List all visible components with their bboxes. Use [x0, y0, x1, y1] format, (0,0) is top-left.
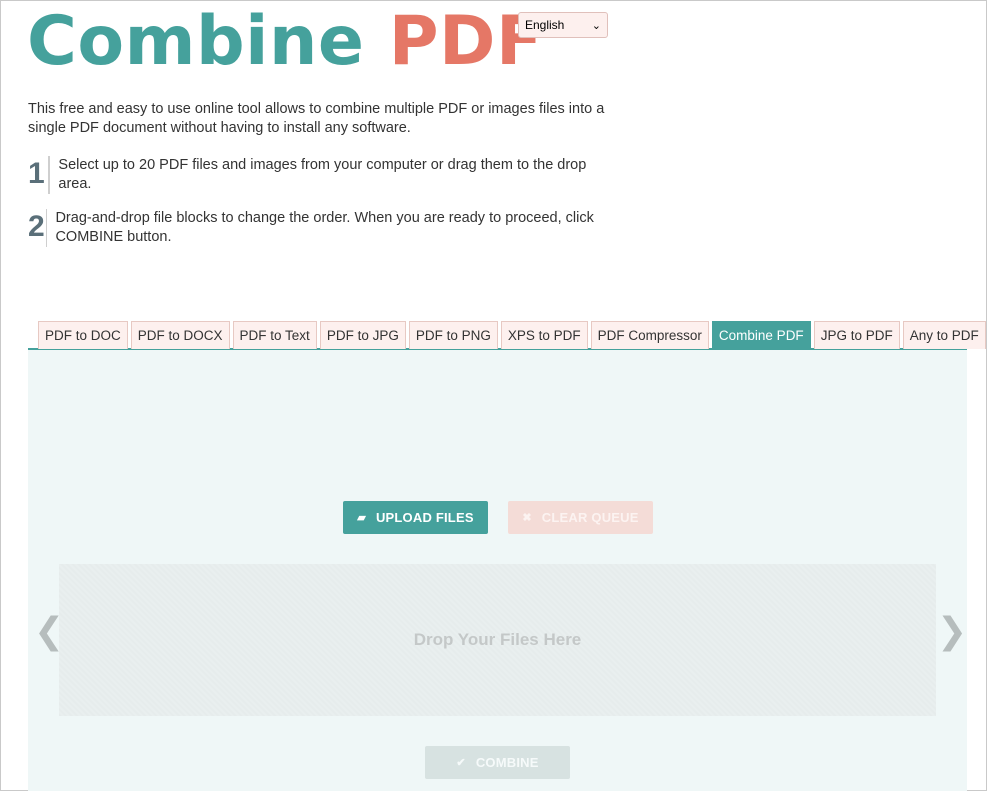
language-select[interactable]: English ⌄ — [518, 12, 608, 38]
step-text: Drag-and-drop file blocks to change the … — [55, 210, 594, 245]
step-divider — [45, 209, 48, 247]
close-icon: ✖ — [522, 512, 532, 524]
tab-pdf-to-docx[interactable]: PDF to DOCX — [130, 321, 230, 349]
upload-files-button[interactable]: ▰ UPLOAD FILES — [343, 501, 488, 534]
logo[interactable]: Combine PDF — [27, 2, 543, 82]
language-select-value: English — [525, 18, 565, 32]
chevron-right-icon[interactable]: ❯ — [937, 612, 967, 652]
tab-pdf-to-png[interactable]: PDF to PNG — [408, 321, 498, 349]
step-1: 1 Select up to 20 PDF files and images f… — [28, 156, 608, 194]
tab-any-to-pdf[interactable]: Any to PDF — [902, 321, 986, 349]
drop-zone-text: Drop Your Files Here — [413, 630, 582, 649]
clear-queue-label: CLEAR QUEUE — [541, 510, 639, 525]
tab-pdf-to-jpg[interactable]: PDF to JPG — [319, 321, 406, 349]
combine-button[interactable]: ✔ COMBINE — [425, 746, 570, 779]
step-number: 1 — [28, 157, 45, 190]
chevron-down-icon: ⌄ — [591, 19, 601, 32]
logo-word-combine: Combine — [27, 2, 365, 81]
step-number: 2 — [28, 210, 45, 243]
tab-pdf-compressor[interactable]: PDF Compressor — [590, 321, 709, 349]
upload-files-label: UPLOAD FILES — [375, 510, 474, 525]
step-divider — [48, 156, 51, 194]
step-2: 2 Drag-and-drop file blocks to change th… — [28, 209, 608, 247]
tab-combine-pdf[interactable]: Combine PDF — [711, 321, 811, 349]
tab-pdf-to-text[interactable]: PDF to Text — [232, 321, 317, 349]
clear-queue-button[interactable]: ✖ CLEAR QUEUE — [508, 501, 653, 534]
tab-xps-to-pdf[interactable]: XPS to PDF — [500, 321, 588, 349]
check-icon: ✔ — [456, 757, 466, 769]
step-text: Select up to 20 PDF files and images fro… — [58, 157, 587, 192]
drop-zone[interactable]: Drop Your Files Here — [59, 564, 936, 716]
folder-open-icon: ▰ — [357, 512, 366, 524]
tool-panel: ▰ UPLOAD FILES ✖ CLEAR QUEUE ❮ Drop Your… — [28, 350, 967, 791]
combine-label: COMBINE — [475, 755, 539, 770]
tool-tabs: PDF to DOC PDF to DOCX PDF to Text PDF t… — [28, 321, 986, 350]
intro-text: This free and easy to use online tool al… — [28, 101, 605, 136]
tab-pdf-to-doc[interactable]: PDF to DOC — [38, 321, 128, 349]
tab-jpg-to-pdf[interactable]: JPG to PDF — [813, 321, 900, 349]
